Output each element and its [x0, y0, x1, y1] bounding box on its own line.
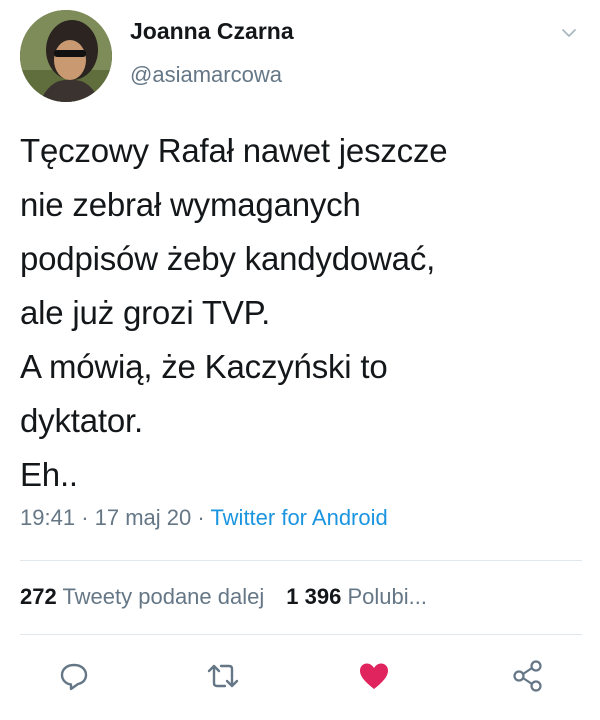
author-handle[interactable]: @asiamarcowa [130, 62, 282, 88]
tweet-text: Tęczowy Rafał nawet jeszcze nie zebrał w… [20, 132, 448, 493]
retweet-icon[interactable] [205, 658, 241, 694]
avatar[interactable] [20, 10, 112, 102]
retweets-count: 272 [20, 584, 57, 609]
reply-icon[interactable] [56, 658, 92, 694]
likes-count: 1 396 [286, 584, 342, 609]
divider [20, 560, 582, 561]
likes-label: Polubi... [347, 584, 427, 609]
action-bar [0, 658, 600, 698]
tweet-meta: 19:41 · 17 maj 20 · Twitter for Android [20, 505, 388, 531]
tweet-time: 19:41 [20, 505, 76, 530]
chevron-down-icon[interactable] [560, 24, 578, 42]
meta-separator: · [197, 505, 205, 530]
author-name[interactable]: Joanna Czarna [130, 18, 294, 45]
tweet-date: 17 maj 20 [94, 505, 192, 530]
heart-icon[interactable] [356, 658, 392, 694]
retweets-stat[interactable]: 272 Tweety podane dalej [20, 584, 264, 609]
avatar-photo [20, 10, 112, 102]
tweet-stats: 272 Tweety podane dalej 1 396 Polubi... [20, 584, 427, 610]
likes-stat[interactable]: 1 396 Polubi... [286, 584, 427, 609]
share-icon[interactable] [510, 658, 546, 694]
meta-separator: · [81, 505, 89, 530]
divider [20, 634, 582, 635]
tweet-source-link[interactable]: Twitter for Android [210, 505, 387, 530]
retweets-label: Tweety podane dalej [62, 584, 265, 609]
